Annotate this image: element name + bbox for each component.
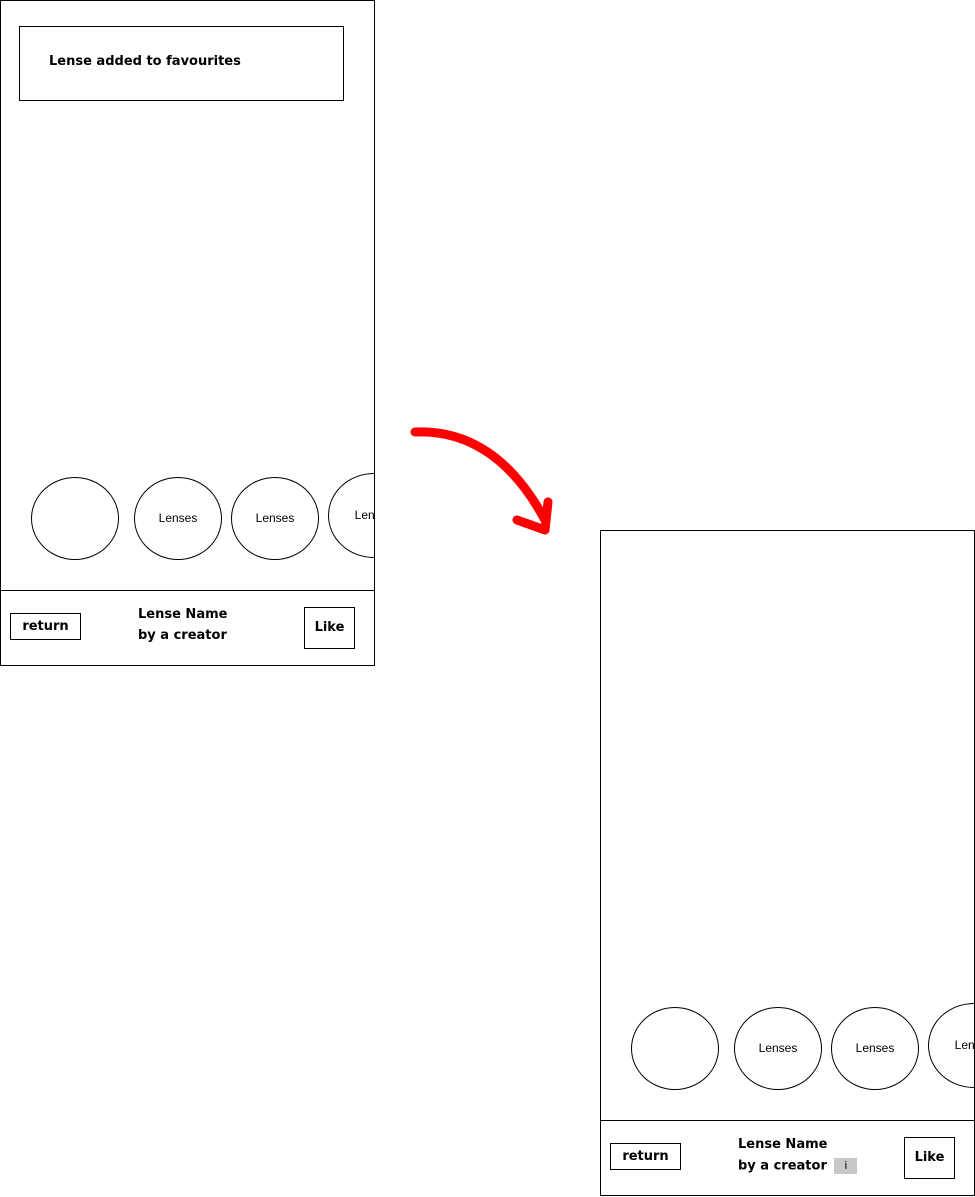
return-button[interactable]: return <box>610 1143 681 1170</box>
lens-selector-current[interactable] <box>631 1007 719 1090</box>
lens-name: Lense Name <box>138 607 228 622</box>
lens-option[interactable]: Lenses <box>928 1003 975 1088</box>
lens-label: Lenses <box>158 511 198 525</box>
creator-text: by a creator <box>138 628 227 643</box>
creator-text: by a creator <box>738 1158 827 1174</box>
phone-screen-before: Lense added to favourites Lenses Lenses … <box>0 0 375 666</box>
lens-label: Lenses <box>855 1041 895 1055</box>
lens-option[interactable]: Lenses <box>231 477 319 560</box>
phone-screen-after: Lenses Lenses Lenses return Lense Name b… <box>600 530 975 1196</box>
lens-creator: by a creator i <box>738 1158 858 1174</box>
toast-message: Lense added to favourites <box>49 54 241 69</box>
lens-label: Lenses <box>954 1038 975 1052</box>
lens-option[interactable]: Lenses <box>134 477 222 560</box>
bottom-bar: return Lense Name by a creator i Like <box>601 1120 974 1195</box>
return-button[interactable]: return <box>10 613 81 640</box>
curved-arrow-icon <box>410 427 553 535</box>
lens-label: Lenses <box>758 1041 798 1055</box>
lens-name: Lense Name <box>738 1137 828 1152</box>
lens-label <box>632 1008 718 1089</box>
bottom-bar: return Lense Name by a creator Like <box>1 590 374 665</box>
info-icon[interactable]: i <box>834 1158 858 1174</box>
lens-label: Lenses <box>255 511 295 525</box>
lens-selector-current[interactable] <box>31 477 119 560</box>
lens-option[interactable]: Lenses <box>328 473 375 558</box>
lens-option[interactable]: Lenses <box>831 1007 919 1090</box>
like-button[interactable]: Like <box>304 607 355 649</box>
lens-creator: by a creator <box>138 628 227 643</box>
like-button[interactable]: Like <box>904 1137 955 1179</box>
lens-label: Lenses <box>354 508 375 522</box>
lens-label <box>32 478 118 559</box>
lens-option[interactable]: Lenses <box>734 1007 822 1090</box>
favourites-toast: Lense added to favourites <box>19 26 344 101</box>
